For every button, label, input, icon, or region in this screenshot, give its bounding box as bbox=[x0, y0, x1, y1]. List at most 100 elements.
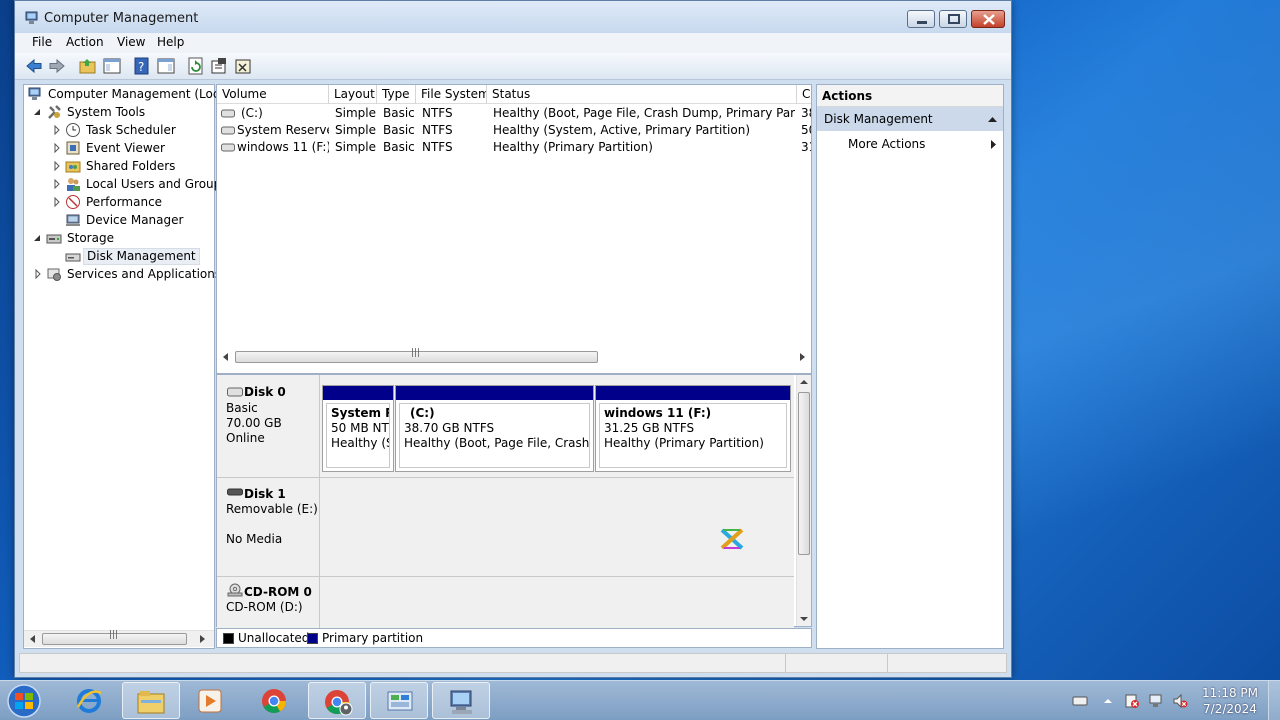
close-button[interactable] bbox=[971, 10, 1005, 28]
show-hide-action-pane-icon[interactable] bbox=[157, 57, 175, 75]
disk-size: 70.00 GB bbox=[226, 416, 282, 430]
taskbar-chrome-profile[interactable] bbox=[308, 682, 366, 719]
expanded-arrow-icon[interactable] bbox=[32, 233, 42, 243]
scroll-down-icon[interactable] bbox=[800, 616, 808, 622]
column-header-volume[interactable]: Volume bbox=[217, 85, 329, 104]
start-orb-icon[interactable] bbox=[4, 682, 44, 720]
menu-view[interactable]: View bbox=[117, 35, 145, 49]
partition-windows-11-f[interactable]: windows 11 (F:) 31.25 GB NTFS Healthy (P… bbox=[595, 385, 791, 472]
taskbar-chrome[interactable] bbox=[246, 682, 304, 719]
disk-1-label[interactable]: Disk 1 Removable (E:) No Media bbox=[217, 478, 320, 577]
help-icon[interactable]: ? bbox=[133, 57, 151, 75]
action-center-icon[interactable] bbox=[1124, 693, 1140, 709]
disk-name: Disk 1 bbox=[244, 487, 286, 501]
clock-time: 11:18 PM bbox=[1202, 686, 1258, 700]
title-bar[interactable]: Computer Management bbox=[15, 1, 1011, 33]
system-clock[interactable]: 11:18 PM 7/2/2024 bbox=[1190, 685, 1270, 717]
menu-bar: File Action View Help bbox=[15, 33, 1011, 53]
cd-rom-icon bbox=[227, 583, 243, 597]
taskbar-file-explorer[interactable] bbox=[122, 682, 180, 719]
tree-item-disk-management[interactable]: Disk Management bbox=[24, 247, 214, 265]
disk-legend: Unallocated Primary partition bbox=[216, 628, 812, 648]
actions-header: Actions bbox=[817, 85, 1003, 107]
table-row[interactable]: (C:) Simple Basic NTFS Healthy (Boot, Pa… bbox=[217, 105, 811, 122]
collapsed-arrow-icon[interactable] bbox=[33, 269, 43, 279]
control-panel-icon bbox=[387, 691, 413, 711]
volume-icon bbox=[221, 143, 235, 152]
menu-action[interactable]: Action bbox=[66, 35, 104, 49]
collapsed-arrow-icon[interactable] bbox=[52, 143, 62, 153]
tree-item-storage[interactable]: Storage bbox=[24, 229, 214, 247]
system-tools-icon bbox=[48, 105, 61, 119]
collapsed-arrow-icon[interactable] bbox=[52, 197, 62, 207]
tree-item-system-tools[interactable]: System Tools bbox=[24, 103, 214, 121]
tree-item-services-applications[interactable]: Services and Applications bbox=[24, 265, 221, 283]
show-hide-tree-icon[interactable] bbox=[103, 57, 121, 75]
tree-item-event-viewer[interactable]: Event Viewer bbox=[24, 139, 214, 157]
disk-0-label[interactable]: Disk 0 Basic 70.00 GB Online bbox=[217, 375, 320, 478]
taskbar-computer-management[interactable] bbox=[432, 682, 490, 719]
show-hidden-icons-icon[interactable] bbox=[1100, 693, 1116, 709]
taskbar-control-panel[interactable] bbox=[370, 682, 428, 719]
column-header-file-system[interactable]: File System bbox=[416, 85, 487, 104]
volume-list-horizontal-scrollbar[interactable]: ||| bbox=[217, 348, 811, 366]
keyboard-icon[interactable] bbox=[1072, 693, 1088, 709]
scroll-right-icon[interactable] bbox=[200, 635, 205, 643]
tree-horizontal-scrollbar[interactable]: ||| bbox=[24, 630, 214, 647]
toolbar: ? bbox=[15, 53, 1011, 80]
partition-system-reserved[interactable]: System Re 50 MB NTF Healthy (Sy bbox=[322, 385, 394, 472]
services-icon bbox=[47, 268, 61, 281]
tree-item-performance[interactable]: Performance bbox=[24, 193, 214, 211]
partition-c[interactable]: (C:) 38.70 GB NTFS Healthy (Boot, Page F… bbox=[395, 385, 594, 472]
maximize-button[interactable] bbox=[939, 10, 967, 28]
table-row[interactable]: windows 11 (F:) Simple Basic NTFS Health… bbox=[217, 139, 811, 156]
disk-0-partitions: System Re 50 MB NTF Healthy (Sy (C:) 38.… bbox=[320, 375, 794, 478]
disk-view-vertical-scrollbar[interactable] bbox=[796, 375, 811, 626]
show-desktop-button[interactable] bbox=[1268, 681, 1280, 720]
column-header-type[interactable]: Type bbox=[377, 85, 416, 104]
file-explorer-icon bbox=[137, 691, 165, 714]
refresh-icon[interactable] bbox=[187, 57, 205, 75]
minimize-button[interactable] bbox=[907, 10, 935, 28]
column-header-status[interactable]: Status bbox=[487, 85, 797, 104]
taskbar-internet-explorer[interactable] bbox=[60, 682, 118, 719]
collapsed-arrow-icon[interactable] bbox=[52, 125, 62, 135]
removable-disk-icon bbox=[227, 488, 243, 496]
properties-icon[interactable] bbox=[210, 57, 228, 75]
scrollbar-thumb[interactable]: ||| bbox=[235, 348, 598, 363]
scroll-left-icon[interactable] bbox=[223, 353, 228, 361]
volume-muted-icon[interactable] bbox=[1172, 693, 1188, 709]
table-row[interactable]: System Reserved Simple Basic NTFS Health… bbox=[217, 122, 811, 139]
more-actions-item[interactable]: More Actions bbox=[848, 135, 996, 153]
scroll-up-icon[interactable] bbox=[800, 379, 808, 385]
tree-item-shared-folders[interactable]: Shared Folders bbox=[24, 157, 214, 175]
disk-management-icon bbox=[65, 253, 81, 262]
forward-arrow-icon[interactable] bbox=[48, 57, 66, 75]
export-list-icon[interactable] bbox=[234, 57, 252, 75]
scroll-left-icon[interactable] bbox=[30, 635, 35, 643]
cdrom-0-label[interactable]: CD-ROM 0 CD-ROM (D:) bbox=[217, 577, 320, 628]
status-bar bbox=[19, 653, 1007, 673]
network-icon[interactable] bbox=[1148, 693, 1164, 709]
tree-item-local-users-groups[interactable]: Local Users and Groups bbox=[24, 175, 228, 193]
scrollbar-thumb[interactable]: ||| bbox=[42, 630, 187, 645]
up-folder-icon[interactable] bbox=[79, 57, 97, 75]
disk-type: Removable (E:) bbox=[226, 502, 318, 516]
clock-icon bbox=[66, 123, 80, 137]
menu-help[interactable]: Help bbox=[157, 35, 184, 49]
scroll-right-icon[interactable] bbox=[800, 353, 805, 361]
taskbar-media-player[interactable] bbox=[182, 682, 240, 719]
collapse-up-icon[interactable] bbox=[988, 116, 997, 122]
tree-item-task-scheduler[interactable]: Task Scheduler bbox=[24, 121, 214, 139]
collapsed-arrow-icon[interactable] bbox=[52, 179, 62, 189]
back-arrow-icon[interactable] bbox=[25, 57, 43, 75]
actions-section-disk-management[interactable]: Disk Management bbox=[817, 107, 1003, 131]
tree-item-device-manager[interactable]: Device Manager bbox=[24, 211, 214, 229]
collapsed-arrow-icon[interactable] bbox=[52, 161, 62, 171]
column-header-layout[interactable]: Layout bbox=[329, 85, 377, 104]
tree-item-computer-management[interactable]: Computer Management (Local bbox=[24, 85, 230, 103]
column-header-capacity[interactable]: C bbox=[797, 85, 811, 104]
expanded-arrow-icon[interactable] bbox=[32, 107, 42, 117]
menu-file[interactable]: File bbox=[32, 35, 52, 49]
scrollbar-thumb[interactable] bbox=[798, 392, 810, 555]
